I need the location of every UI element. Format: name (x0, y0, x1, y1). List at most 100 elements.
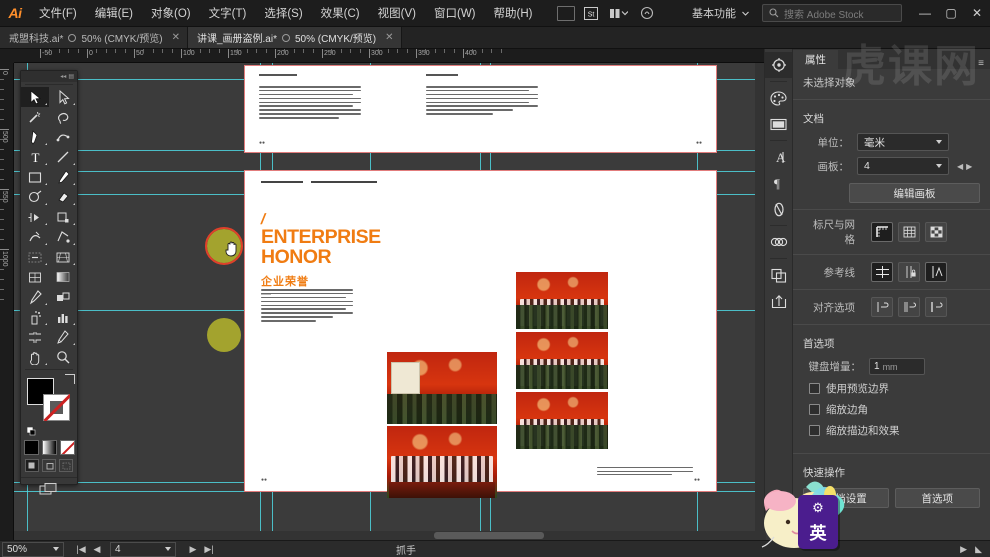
show-transparency-grid-icon[interactable] (925, 222, 947, 242)
canvas-area[interactable]: ●● ●● / ENTERPRISE HONOR 企业荣誉 ●● ●● (14, 63, 766, 540)
resize-grip-icon[interactable]: ◣ (975, 544, 982, 555)
stock-badge-icon[interactable]: St (579, 4, 603, 23)
ime-language-label[interactable]: 英 (810, 519, 827, 544)
photo-group-bottom[interactable] (516, 392, 608, 449)
perspective-grid-tool[interactable] (49, 247, 77, 267)
next-artboard-button[interactable]: ▶ (186, 544, 200, 555)
column-graph-tool[interactable] (49, 307, 77, 327)
keyboard-increment-input[interactable]: 1 mm (869, 358, 925, 375)
layers-icon[interactable] (765, 262, 792, 288)
scale-corners-checkbox[interactable] (809, 404, 820, 415)
menu-effect[interactable]: 效果(C) (312, 0, 369, 27)
tools-panel-menu-icon[interactable]: ▤ (68, 73, 74, 80)
horizontal-ruler[interactable]: -50 0 50 100 150 200 250 300 350 400 (14, 49, 766, 63)
first-artboard-button[interactable]: |◀ (74, 544, 88, 555)
rectangle-tool[interactable] (21, 167, 49, 187)
blend-tool[interactable] (49, 287, 77, 307)
ruler-corner[interactable] (0, 49, 14, 63)
color-icon[interactable] (765, 85, 792, 111)
panel-menu-icon[interactable]: ≡ (978, 58, 990, 69)
horizontal-scrollbar[interactable] (14, 531, 766, 540)
gear-icon[interactable]: ⚙ (812, 500, 824, 516)
tab-1-close-icon[interactable]: ✕ (172, 32, 180, 43)
artboard-2[interactable]: / ENTERPRISE HONOR 企业荣誉 ●● ●● (244, 170, 717, 498)
show-guides-icon[interactable] (871, 262, 893, 282)
shape-builder-tool[interactable] (21, 247, 49, 267)
menu-help[interactable]: 帮助(H) (485, 0, 542, 27)
mesh-tool[interactable] (21, 267, 49, 287)
swatches-icon[interactable] (765, 111, 792, 137)
none-color-button[interactable] (59, 440, 75, 455)
magic-wand-tool[interactable] (21, 107, 49, 127)
document-tab-1[interactable]: 戒盟科技.ai* 50% (CMYK/预览) ✕ (0, 27, 188, 48)
show-rulers-icon[interactable] (871, 222, 893, 242)
next-artboard-icon[interactable]: ▶ (966, 162, 972, 171)
menu-object[interactable]: 对象(O) (142, 0, 200, 27)
default-fill-stroke-icon[interactable] (27, 427, 36, 436)
scale-strokes-checkbox-row[interactable]: 缩放描边和效果 (793, 420, 990, 441)
collapse-icon[interactable]: ◂◂ (60, 73, 66, 80)
minimize-button[interactable]: — (912, 0, 938, 26)
links-icon[interactable] (765, 229, 792, 255)
menu-view[interactable]: 视图(V) (369, 0, 425, 27)
type-tool[interactable]: T (21, 147, 49, 167)
gradient-button[interactable] (41, 440, 57, 455)
workspace-switcher[interactable]: 基本功能 (686, 3, 756, 23)
scale-strokes-checkbox[interactable] (809, 425, 820, 436)
pen-tool[interactable] (21, 127, 49, 147)
direct-selection-tool[interactable] (49, 87, 77, 107)
snap-to-grid-icon[interactable] (898, 297, 920, 317)
shape-olive-circle-selected[interactable] (205, 227, 243, 265)
stroke-icon[interactable] (765, 196, 792, 222)
lasso-tool[interactable] (49, 107, 77, 127)
line-segment-tool[interactable] (49, 147, 77, 167)
touch-workspace-icon[interactable] (635, 4, 659, 23)
tab-2-close-icon[interactable]: ✕ (385, 32, 393, 43)
edit-artboards-button[interactable]: 编辑画板 (849, 183, 980, 203)
zoom-level-select[interactable]: 50% (2, 541, 64, 557)
tab-properties[interactable]: 属性 (793, 50, 838, 69)
solid-color-button[interactable] (23, 440, 39, 455)
lock-guides-icon[interactable] (898, 262, 920, 282)
eyedropper-tool[interactable] (21, 287, 49, 307)
menu-edit[interactable]: 编辑(E) (86, 0, 142, 27)
close-button[interactable]: ✕ (964, 0, 990, 26)
menu-file[interactable]: 文件(F) (30, 0, 86, 27)
vertical-scrollbar[interactable] (755, 63, 764, 540)
menu-type[interactable]: 文字(T) (200, 0, 256, 27)
artboard-select[interactable]: 4 (857, 157, 949, 175)
swap-fill-stroke-icon[interactable] (65, 374, 75, 384)
scale-tool[interactable] (49, 207, 77, 227)
maximize-button[interactable]: ▢ (938, 0, 964, 26)
preferences-button[interactable]: 首选项 (894, 488, 980, 508)
zoom-tool[interactable] (49, 347, 77, 367)
photo-group-top[interactable] (516, 272, 608, 329)
prev-artboard-icon[interactable]: ◀ (957, 162, 963, 171)
selection-tool[interactable] (21, 87, 49, 107)
properties-icon[interactable] (765, 52, 792, 78)
tools-panel[interactable]: ◂◂ ▤ T (20, 70, 78, 494)
vertical-ruler[interactable]: 0 500 550 1000 (0, 63, 14, 540)
arrange-documents-icon[interactable] (607, 4, 631, 23)
unit-select[interactable]: 毫米 (857, 133, 949, 151)
draw-inside-button[interactable] (59, 459, 73, 472)
preview-bounds-checkbox-row[interactable]: 使用预览边界 (793, 378, 990, 399)
photo-award-ceremony-podium[interactable] (387, 426, 497, 498)
rotate-tool[interactable] (21, 207, 49, 227)
width-tool[interactable] (21, 227, 49, 247)
artboard-stepper[interactable]: ◀ ▶ (957, 162, 972, 171)
smart-guides-icon[interactable] (925, 262, 947, 282)
menu-window[interactable]: 窗口(W) (425, 0, 485, 27)
tools-panel-header[interactable]: ◂◂ ▤ (21, 71, 77, 82)
shape-olive-circle[interactable] (207, 318, 241, 352)
draw-behind-button[interactable] (42, 459, 56, 472)
scale-corners-checkbox-row[interactable]: 缩放边角 (793, 399, 990, 420)
hand-tool[interactable] (21, 347, 49, 367)
show-grid-icon[interactable] (898, 222, 920, 242)
curvature-tool[interactable] (49, 127, 77, 147)
current-artboard-select[interactable]: 4 (110, 541, 176, 557)
current-tool-label[interactable]: 抓手 (396, 542, 416, 557)
symbol-sprayer-tool[interactable] (21, 307, 49, 327)
photo-group-middle[interactable] (516, 332, 608, 389)
snap-to-point-icon[interactable] (871, 297, 893, 317)
